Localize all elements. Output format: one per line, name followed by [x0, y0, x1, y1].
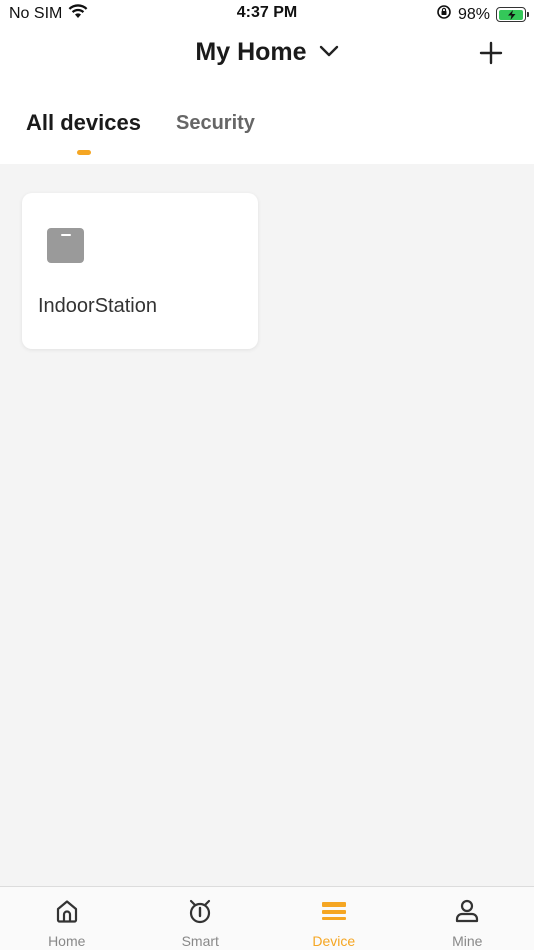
- device-card[interactable]: IndoorStation: [22, 193, 258, 349]
- nav-smart[interactable]: Smart: [134, 887, 268, 950]
- rotation-lock-icon: [436, 4, 452, 25]
- chevron-down-icon: [319, 44, 339, 62]
- device-icon: [321, 898, 347, 924]
- home-title: My Home: [195, 38, 307, 66]
- nav-mine[interactable]: Mine: [401, 887, 534, 950]
- home-icon: [54, 898, 80, 924]
- add-button[interactable]: [476, 38, 506, 68]
- nav-label-smart: Smart: [181, 933, 219, 949]
- device-name: IndoorStation: [38, 295, 157, 317]
- status-right: 98%: [436, 4, 529, 25]
- tab-security[interactable]: Security: [176, 112, 255, 135]
- home-selector[interactable]: My Home: [0, 38, 534, 67]
- device-list: IndoorStation: [0, 164, 534, 886]
- nav-label-device: Device: [312, 933, 356, 949]
- indoor-station-icon: [47, 228, 84, 263]
- battery-percent: 98%: [457, 5, 490, 23]
- smart-icon: [187, 898, 213, 924]
- plus-icon: [479, 41, 503, 65]
- header: My Home: [0, 28, 534, 84]
- person-icon: [454, 898, 480, 924]
- device-tabs: All devices Security: [0, 84, 534, 164]
- bottom-nav: Home Smart Device Mine: [0, 886, 534, 950]
- battery-fill: [498, 9, 523, 20]
- active-tab-indicator: [77, 150, 91, 155]
- battery-icon: [496, 7, 529, 22]
- nav-label-mine: Mine: [452, 933, 483, 949]
- nav-label-home: Home: [48, 933, 86, 949]
- app-screen: No SIM 4:37 PM 98% My Home All devices S…: [0, 0, 534, 950]
- nav-home[interactable]: Home: [0, 887, 134, 950]
- nav-device[interactable]: Device: [267, 887, 401, 950]
- status-bar: No SIM 4:37 PM 98%: [0, 0, 534, 28]
- tab-all-devices[interactable]: All devices: [26, 110, 141, 136]
